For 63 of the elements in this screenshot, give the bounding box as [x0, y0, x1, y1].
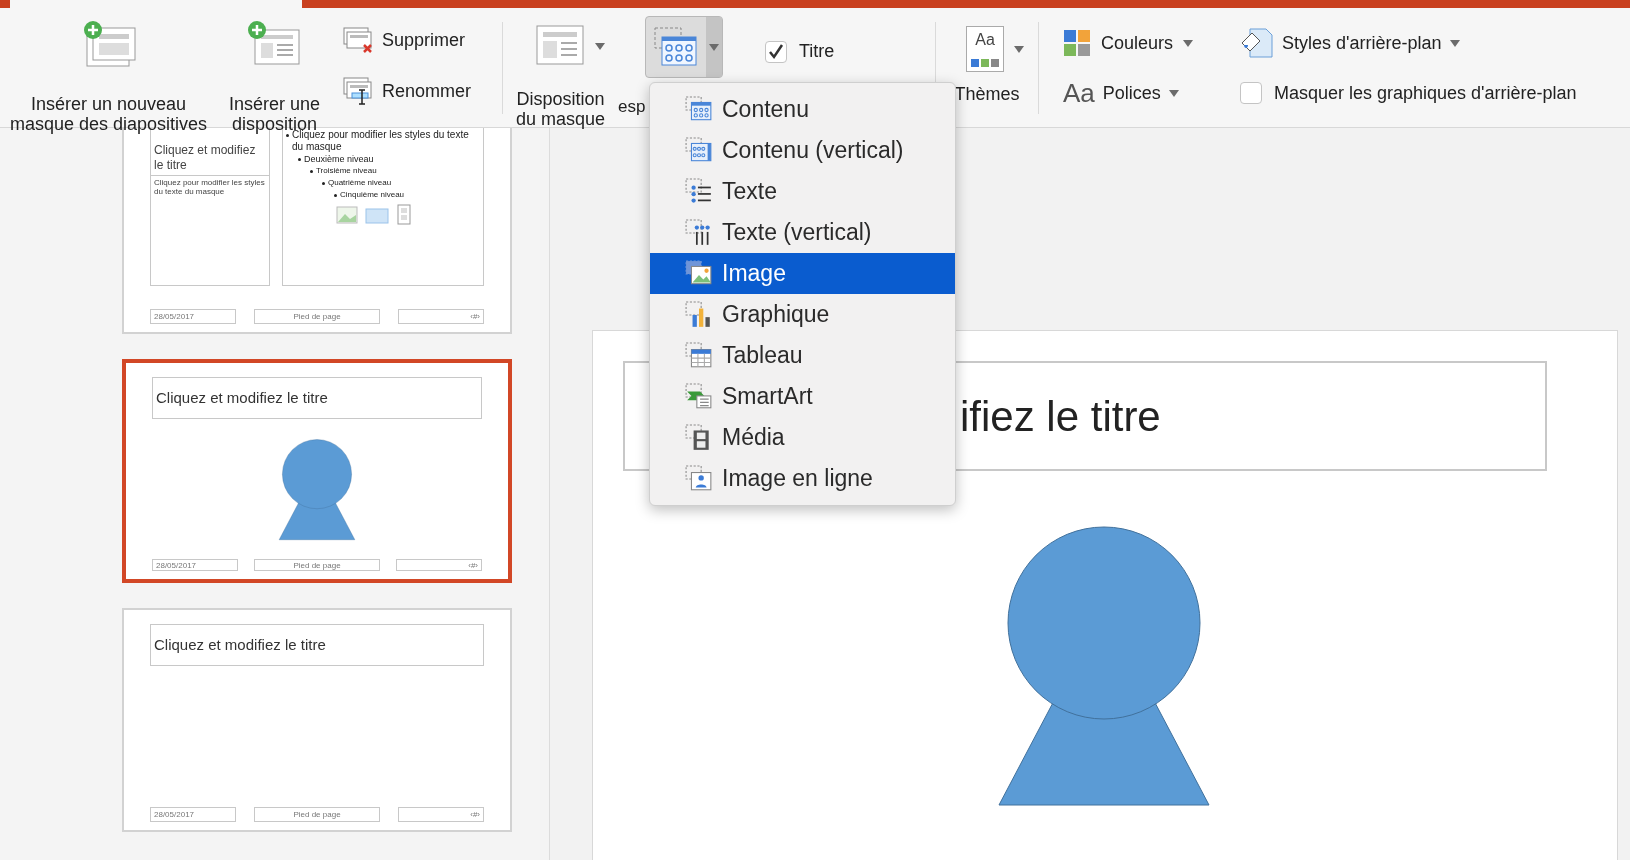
slide-thumbnail[interactable]: Cliquez et modifiez le titre 28/05/2017 Pied de page ‹#› — [122, 359, 512, 583]
menu-item[interactable]: Média — [650, 417, 955, 458]
background-styles-button[interactable]: Styles d'arrière-plan — [1240, 28, 1577, 58]
footer-placeholder: Pied de page — [254, 807, 380, 822]
caret-icon — [594, 42, 605, 50]
footer-placeholder: ‹#› — [398, 807, 484, 822]
footer-placeholder: ‹#› — [398, 309, 484, 324]
footer-placeholder: 28/05/2017 — [150, 309, 236, 324]
menu-item[interactable]: Image en ligne — [650, 458, 955, 499]
delete-slide-icon — [342, 26, 374, 54]
footer-placeholder: Pied de page — [254, 309, 380, 324]
menu-item[interactable]: Contenu (vertical) — [650, 130, 955, 171]
checkbox-label: Masquer les graphiques d'arrière-plan — [1274, 81, 1577, 105]
bullet-text: Cinquième niveau — [340, 189, 405, 201]
menu-item[interactable]: Image — [650, 253, 955, 294]
placeholder-icon — [684, 382, 714, 411]
ribbon-button[interactable]: Supprimer — [342, 26, 502, 54]
theme-icon: Aa — [966, 26, 1004, 72]
rename-slide-icon — [342, 76, 374, 106]
check-icon — [768, 43, 784, 60]
ribbon-button[interactable]: Renommer — [342, 76, 502, 106]
menu-item[interactable]: SmartArt — [650, 376, 955, 417]
menu-item[interactable]: Graphique — [650, 294, 955, 335]
menu-item[interactable]: Tableau — [650, 335, 955, 376]
caret-icon — [1449, 39, 1460, 47]
checkbox-label: Titre — [799, 40, 835, 63]
fonts-button[interactable]: Aa Polices — [1063, 78, 1228, 108]
footer-placeholder: 28/05/2017 — [152, 559, 238, 571]
footer-placeholder: Pied de page — [254, 559, 380, 571]
slide-title: Cliquez et modifiez le titre — [150, 624, 484, 666]
content-placeholder-icon — [654, 27, 698, 67]
layout-icon — [534, 24, 585, 68]
bullet-text: Troisième niveau — [316, 165, 377, 177]
hide-background-checkbox[interactable] — [1240, 82, 1262, 104]
bullet-icon — [310, 170, 313, 173]
menu-item[interactable]: Contenu — [650, 89, 955, 130]
footer-placeholder: ‹#› — [396, 559, 482, 571]
caret-icon — [1014, 45, 1024, 53]
master-layout-button[interactable]: Disposition du masque — [503, 8, 618, 129]
slide-title: Cliquez et modifiez le titre — [152, 377, 482, 419]
placeholder-icon — [684, 464, 714, 493]
bullet-icon — [334, 194, 337, 197]
placeholder-label: esp — [618, 97, 646, 117]
color-swatches-icon — [1063, 29, 1091, 57]
placeholder-icon — [684, 341, 714, 370]
bullet-text: Deuxième niveau — [304, 153, 374, 165]
bullet-icon — [298, 158, 301, 161]
caret-icon — [1183, 39, 1194, 47]
title-checkbox[interactable] — [765, 40, 787, 63]
bullet-icon — [322, 182, 325, 185]
footer-placeholder: 28/05/2017 — [150, 807, 236, 822]
menu-item[interactable]: Texte — [650, 171, 955, 212]
caret-icon — [1168, 89, 1179, 97]
caret-icon — [709, 43, 719, 51]
colors-button[interactable]: Couleurs — [1063, 28, 1228, 58]
insert-placeholder-button[interactable] — [645, 16, 723, 78]
slide-thumbnail[interactable]: Cliquez et modifiez le titre 28/05/2017 Pied de page ‹#› — [122, 608, 512, 832]
bullet-text: Quatrième niveau — [328, 177, 392, 189]
menu-item[interactable]: Texte (vertical) — [650, 212, 955, 253]
paint-bucket-icon — [1240, 27, 1274, 59]
placeholder-icon — [684, 177, 714, 206]
bullet-icon — [286, 134, 289, 137]
slide-subtitle: Cliquez pour modifier les styles du texte du masque — [153, 177, 266, 196]
